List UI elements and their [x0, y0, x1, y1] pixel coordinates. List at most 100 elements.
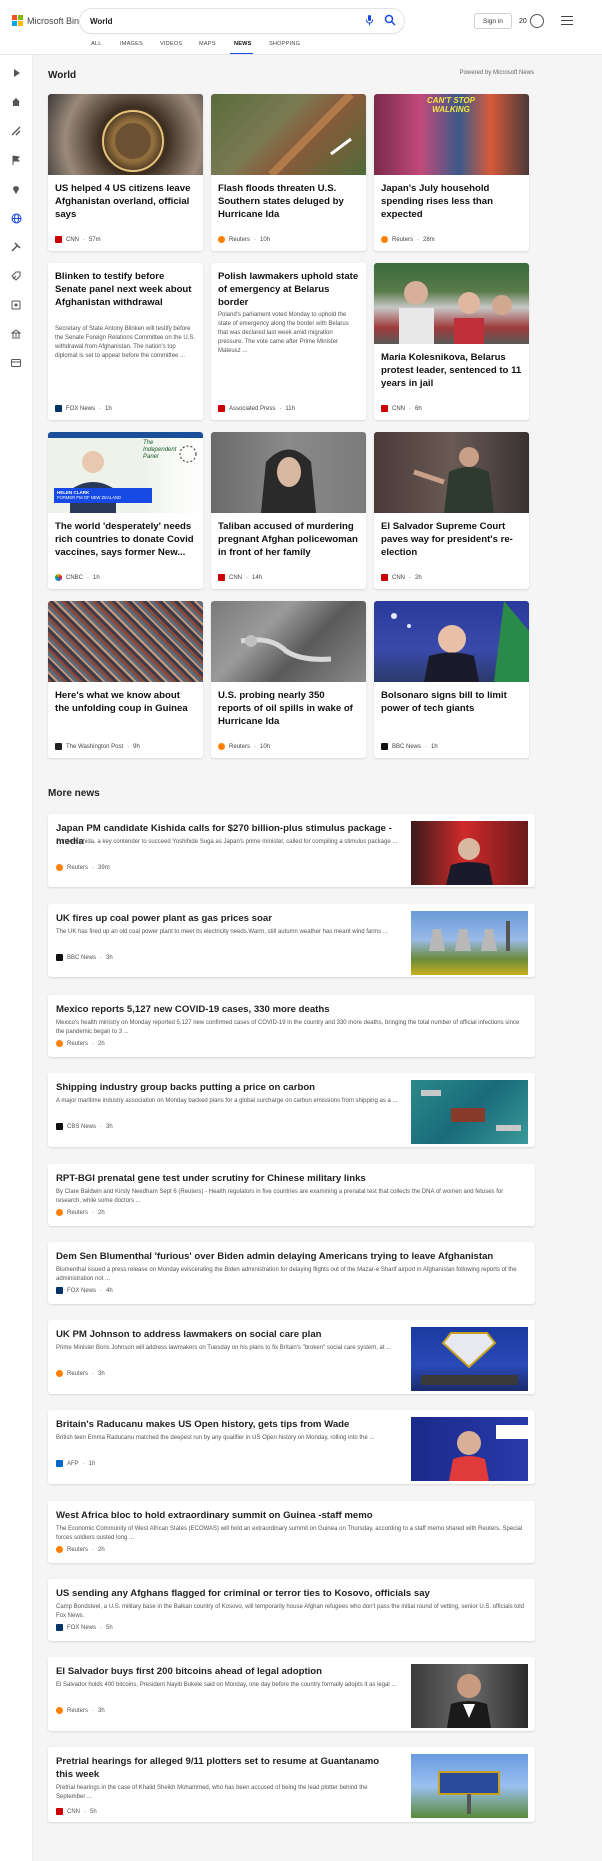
sign-in-button[interactable]: Sign in [474, 13, 512, 29]
news-item-title: El Salvador buys first 200 bitcoins ahea… [56, 1666, 323, 1677]
video-title: The Independent Panel [143, 440, 177, 460]
news-list-item[interactable]: West Africa bloc to hold extraordinary s… [48, 1501, 535, 1563]
main-content: World Powered by Microsoft News US helpe… [34, 55, 602, 1861]
card-title: Blinken to testify before Senate panel n… [55, 271, 192, 308]
card-title: Polish lawmakers uphold state of emergen… [218, 271, 359, 308]
news-item-summary: British teen Emma Raducanu matched the d… [56, 1435, 375, 1441]
source-logo-icon [55, 405, 62, 412]
card-title: The world 'desperately' needs rich count… [55, 521, 194, 558]
news-list-item[interactable]: UK fires up coal power plant as gas pric… [48, 904, 535, 977]
home-icon[interactable] [10, 96, 22, 108]
card-image [211, 94, 366, 178]
tab-images[interactable]: IMAGES [120, 41, 143, 47]
card-image [48, 94, 203, 175]
news-list-item[interactable]: Shipping industry group backs putting a … [48, 1073, 535, 1147]
rewards-medal-icon [529, 14, 544, 28]
source-logo-icon [56, 1707, 63, 1714]
news-card[interactable]: Bolsonaro signs bill to limit power of t… [374, 601, 529, 758]
news-card[interactable]: US helped 4 US citizens leave Afghanista… [48, 94, 203, 251]
news-card[interactable]: El Salvador Supreme Court paves way for … [374, 432, 529, 589]
tab-shopping[interactable]: SHOPPING [269, 41, 300, 47]
card-title: Taliban accused of murdering pregnant Af… [218, 521, 358, 558]
bing-logo[interactable]: Microsoft Bing [12, 15, 84, 26]
news-list-item[interactable]: Mexico reports 5,127 new COVID-19 cases,… [48, 995, 535, 1057]
source-logo-icon [381, 574, 388, 581]
source-logo-icon [56, 954, 63, 961]
left-rail [0, 55, 33, 1861]
news-card[interactable]: The Independent Panel HELEN CLARK FORMER… [48, 432, 203, 589]
card-source: CNN · 2h [381, 574, 422, 581]
card-summary: Secretary of State Antony Blinken will t… [55, 326, 196, 359]
source-logo-icon [218, 743, 225, 750]
news-thumbnail [411, 821, 528, 885]
trending-icon[interactable] [10, 125, 22, 137]
news-item-source: Reuters · 39m [56, 864, 110, 871]
tab-maps[interactable]: MAPS [199, 41, 216, 47]
news-item-source: CBS News · 3h [56, 1123, 113, 1130]
bank-icon[interactable] [10, 328, 22, 340]
news-card[interactable]: Blinken to testify before Senate panel n… [48, 263, 203, 420]
news-list-item[interactable]: Britain's Raducanu makes US Open history… [48, 1410, 535, 1484]
tab-all[interactable]: ALL [91, 41, 102, 47]
news-list-item[interactable]: Japan PM candidate Kishida calls for $27… [48, 814, 535, 887]
news-list-item[interactable]: Dem Sen Blumenthal 'furious' over Biden … [48, 1242, 535, 1304]
source-logo-icon [56, 1040, 63, 1047]
card-source: BBC News · 1h [381, 743, 438, 750]
news-card[interactable]: Polish lawmakers uphold state of emergen… [211, 263, 366, 420]
news-item-title: US sending any Afghans flagged for crimi… [56, 1588, 430, 1599]
news-list-item[interactable]: El Salvador buys first 200 bitcoins ahea… [48, 1657, 535, 1731]
news-thumbnail [411, 1080, 528, 1144]
news-item-summary: The UK has fired up an old coal power pl… [56, 929, 388, 935]
tools-icon[interactable] [10, 241, 22, 253]
poster-text: CAN'T STOP WALKING [427, 96, 475, 114]
source-logo-icon [56, 1808, 63, 1815]
news-list-item[interactable]: RPT-BGI prenatal gene test under scrutin… [48, 1164, 535, 1226]
tab-videos[interactable]: VIDEOS [160, 41, 182, 47]
card-image [211, 601, 366, 682]
news-card[interactable]: Taliban accused of murdering pregnant Af… [211, 432, 366, 589]
news-list-item[interactable]: UK PM Johnson to address lawmakers on so… [48, 1320, 535, 1394]
news-card[interactable]: U.S. probing nearly 350 reports of oil s… [211, 601, 366, 758]
menu-icon[interactable] [561, 16, 573, 28]
news-card[interactable]: CAN'T STOP WALKING Japan's July househol… [374, 94, 529, 251]
card-source: CNN · 57m [55, 236, 101, 243]
section-title: World [48, 70, 77, 81]
flag-icon[interactable] [10, 154, 22, 166]
location-icon[interactable] [10, 183, 22, 195]
source-logo-icon [218, 236, 225, 243]
news-list-item[interactable]: Pretrial hearings for alleged 9/11 plott… [48, 1747, 535, 1822]
tab-news[interactable]: NEWS [234, 41, 252, 47]
rewards-button[interactable]: 20 [519, 14, 544, 28]
news-card[interactable]: Here's what we know about the unfolding … [48, 601, 203, 758]
search-icon[interactable] [384, 14, 396, 26]
card-icon[interactable] [10, 357, 22, 369]
news-item-summary: El Salvador holds 400 bitcoins, Presiden… [56, 1682, 397, 1688]
card-title: Here's what we know about the unfolding … [55, 690, 188, 714]
source-logo-icon [56, 1460, 63, 1467]
news-item-summary: The Economic Community of West African S… [56, 1526, 523, 1541]
card-title: Bolsonaro signs bill to limit power of t… [381, 690, 507, 714]
source-logo-icon [56, 1370, 63, 1377]
entertainment-icon[interactable] [10, 299, 22, 311]
source-logo-icon [56, 1546, 63, 1553]
card-image [374, 601, 529, 682]
globe-icon[interactable] [10, 212, 22, 224]
microphone-icon[interactable] [365, 15, 374, 26]
news-card[interactable]: Maria Kolesnikova, Belarus protest leade… [374, 263, 529, 420]
news-item-summary: Pretrial hearings in the case of Khalid … [56, 1785, 368, 1800]
card-source: CNN · 14h [218, 574, 262, 581]
news-item-source: Reuters · 2h [56, 1546, 105, 1553]
news-thumbnail [411, 1327, 528, 1391]
news-card[interactable]: Flash floods threaten U.S. Southern stat… [211, 94, 366, 251]
search-input[interactable] [90, 16, 355, 26]
powered-by[interactable]: Powered by Microsoft News [460, 70, 534, 76]
news-list-item[interactable]: US sending any Afghans flagged for crimi… [48, 1579, 535, 1641]
rocket-icon[interactable] [10, 270, 22, 282]
source-logo-icon [55, 574, 62, 581]
more-news-title: More news [48, 788, 100, 799]
card-source: CNBC · 1h [55, 574, 100, 581]
news-item-summary: By Clare Baldwin and Kirsty Needham Sept… [56, 1189, 504, 1204]
expand-arrow-icon[interactable] [10, 67, 22, 79]
card-title: US helped 4 US citizens leave Afghanista… [55, 183, 191, 220]
card-image [211, 432, 366, 513]
